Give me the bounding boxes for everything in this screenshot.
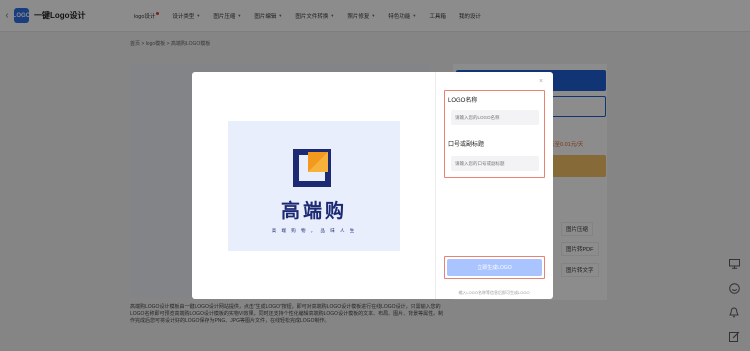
brand-name-text: 高端购 <box>280 200 347 222</box>
monitor-icon[interactable] <box>724 254 744 274</box>
slogan-input[interactable] <box>451 156 539 171</box>
generate-logo-button[interactable]: 立即生成LOGO <box>447 259 542 276</box>
bell-icon[interactable] <box>724 302 744 322</box>
brand-slogan-text: 高 端 购 物 ， 品 味 人 生 <box>271 228 357 233</box>
dialog-footnote: 输入LOGO名称等信息后即可生成LOGO <box>458 290 530 295</box>
logo-generate-dialog: × 高端购 高 端 购 物 ， 品 味 人 生 LOGO名称 口号或副标题 立即… <box>192 72 553 299</box>
dialog-divider <box>435 72 436 299</box>
side-toolbar <box>724 254 744 350</box>
edit-icon[interactable] <box>724 326 744 346</box>
close-icon[interactable]: × <box>539 78 543 85</box>
logo-name-label: LOGO名称 <box>448 98 478 104</box>
logo-name-input[interactable] <box>451 110 539 125</box>
slogan-label: 口号或副标题 <box>448 142 485 148</box>
smile-icon[interactable] <box>724 278 744 298</box>
brand-logo-mark <box>293 149 331 187</box>
